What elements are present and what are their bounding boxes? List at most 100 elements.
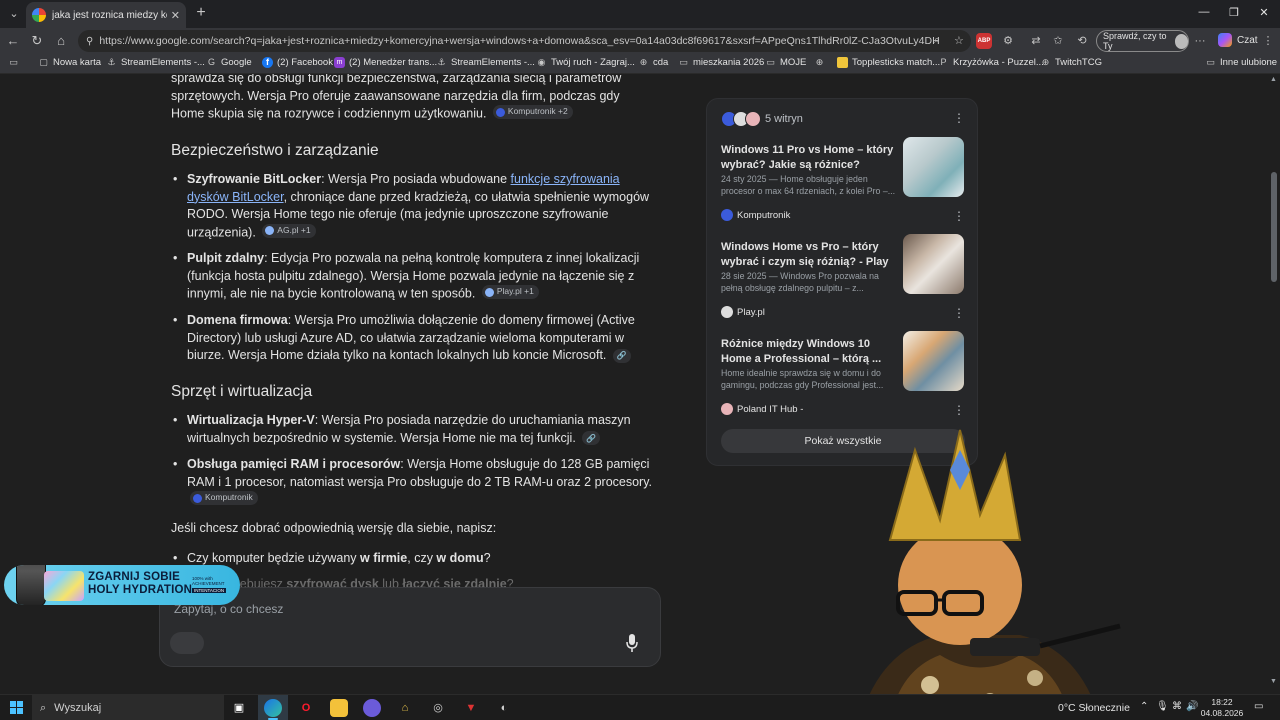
google-icon: G — [207, 57, 215, 67]
favorites-icon[interactable]: ✩ — [1050, 33, 1066, 49]
mic-arm — [1039, 623, 1121, 649]
link-chip-icon[interactable]: 🔗 — [582, 431, 601, 446]
history-icon[interactable]: ⟲ — [1074, 33, 1090, 49]
valorant-icon[interactable]: ▼ — [462, 699, 480, 717]
window-close-icon[interactable]: ✕ — [1254, 6, 1274, 19]
site-info-icon[interactable]: ⚲ — [86, 36, 93, 47]
bookmark-item[interactable]: Topplesticks match... — [837, 57, 940, 68]
profile-button[interactable]: Sprawdź, czy to Ty — [1096, 30, 1189, 52]
bookmark-item[interactable]: P Krzyżówka - Puzzel... — [938, 57, 1043, 68]
more-menu-icon[interactable]: ··· — [1192, 33, 1208, 49]
extensions-icon[interactable]: ⚙ — [1000, 33, 1016, 49]
source-chip[interactable]: Komputronik +2 — [492, 105, 573, 119]
avatar-face — [898, 525, 1022, 645]
adblock-icon[interactable]: ABP — [976, 33, 992, 49]
source-thumbnail — [903, 234, 964, 294]
discord-icon[interactable] — [363, 699, 381, 717]
source-title[interactable]: Windows Home vs Pro – który wybrać i czy… — [721, 240, 899, 270]
bookmark-item[interactable]: ⊕ TwitchTCG — [1040, 57, 1102, 68]
task-view-icon[interactable]: ▣ — [230, 699, 248, 717]
bookmarks-bar: ▭ ▢ Nowa karta ⚓ StreamElements -... G Goog… — [0, 54, 1280, 74]
promo-text: ZGARNIJ SOBIE HOLY HYDRATION — [88, 571, 193, 596]
bookmark-item[interactable]: f (2) Facebook — [262, 57, 333, 68]
weather-widget[interactable]: 0°C Słonecznie — [1058, 702, 1130, 714]
bookmark-item[interactable]: ▢ Nowa karta — [38, 57, 101, 68]
source-title[interactable]: Windows 11 Pro vs Home – który wybrać? J… — [721, 143, 899, 173]
bookmark-item[interactable]: ⚓ StreamElements -... — [106, 57, 205, 68]
game-icon: ◉ — [537, 57, 546, 67]
scroll-up-icon[interactable]: ▲ — [1270, 76, 1277, 83]
list-item: Pulpit zdalny: Edycja Pro pozwala na peł… — [173, 250, 655, 303]
taskbar-clock[interactable]: 18:22 04.08.2026 — [1200, 697, 1244, 719]
source-chip[interactable]: AG.pl +1 — [262, 223, 316, 238]
sidebar-icon[interactable]: ⋮ — [1260, 33, 1276, 49]
source-site: Poland IT Hub - — [721, 403, 803, 415]
url-text: https://www.google.com/search?q=jaka+jes… — [99, 35, 940, 47]
scroll-down-icon[interactable]: ▼ — [1270, 678, 1277, 685]
ask-box[interactable]: Zapytaj, o co chcesz — [159, 587, 661, 667]
obs-icon[interactable]: ◐ — [495, 699, 513, 717]
tab-close-icon[interactable]: ✕ — [171, 9, 180, 22]
new-tab-icon[interactable]: + — [192, 4, 210, 22]
opera-icon[interactable]: O — [297, 699, 315, 717]
streamelements-icon: ⚓ — [107, 57, 116, 67]
globe-icon: ⊕ — [1041, 57, 1050, 67]
favorite-star-icon[interactable]: ☆ — [954, 34, 964, 47]
copilot-chat-button[interactable]: Czat — [1218, 33, 1258, 47]
facebook-icon: f — [262, 57, 273, 68]
source-thumbnail — [903, 137, 964, 197]
more-options-icon[interactable]: ⋮ — [953, 306, 965, 320]
taskbar: ⌕ Wyszukaj ▣ O ⌂ ◎ ▼ ◐ 0°C Słonecznie ⌃ … — [0, 694, 1280, 720]
network-icon[interactable]: ⌘ — [1172, 701, 1182, 712]
bookmark-folder[interactable]: ▭ MOJE — [765, 57, 806, 68]
source-card[interactable]: Windows 11 Pro vs Home – który wybrać? J… — [721, 137, 967, 231]
section-heading: Bezpieczeństwo i zarządzanie — [171, 142, 379, 159]
more-options-icon[interactable]: ⋮ — [953, 209, 965, 223]
list-item: Obsługa pamięci RAM i procesorów: Wersja… — [173, 456, 655, 509]
file-explorer-icon[interactable] — [330, 699, 348, 717]
tray-chevron-icon[interactable]: ⌃ — [1140, 701, 1148, 712]
page-scrollbar[interactable]: ▲ ▼ — [1268, 74, 1280, 694]
source-title[interactable]: Różnice między Windows 10 Home a Profess… — [721, 337, 899, 367]
edge-icon[interactable] — [264, 699, 282, 717]
add-attachment-button[interactable] — [170, 632, 204, 654]
bookmark-item[interactable]: ⊕ — [814, 57, 829, 68]
maximize-icon[interactable]: ❐ — [1224, 6, 1244, 19]
app-icon[interactable]: ⌂ — [396, 699, 414, 717]
split-screen-icon[interactable]: ⇄ — [1028, 33, 1044, 49]
scroll-thumb[interactable] — [1271, 172, 1277, 282]
windows-start-icon[interactable] — [10, 701, 24, 715]
bookmark-folder[interactable]: ▭ Inne ulubione — [1205, 57, 1277, 68]
taskbar-search[interactable]: ⌕ Wyszukaj — [32, 695, 224, 720]
sources-header[interactable]: 5 witryn — [721, 111, 803, 127]
volume-icon[interactable]: 🔊 — [1186, 701, 1198, 712]
microphone-icon[interactable] — [626, 634, 638, 652]
source-card[interactable]: Windows Home vs Pro – który wybrać i czy… — [721, 234, 967, 328]
bookmarks-toggle-icon[interactable]: ▭ — [8, 57, 23, 68]
tab-google-search[interactable]: jaka jest roznica miedzy komercyjna wers… — [26, 2, 186, 28]
notifications-icon[interactable]: ▭ — [1254, 701, 1263, 712]
steam-icon[interactable]: ◎ — [429, 699, 447, 717]
home-icon[interactable]: ⌂ — [52, 32, 70, 50]
source-chip[interactable]: Play.pl +1 — [481, 285, 539, 299]
link-chip-icon[interactable]: 🔗 — [612, 348, 631, 363]
source-site: Komputronik — [721, 209, 790, 221]
bookmark-item[interactable]: ◉ Twój ruch - Zagraj... — [536, 57, 635, 68]
minimize-icon[interactable]: — — [1194, 6, 1214, 18]
back-icon[interactable]: ← — [4, 32, 22, 50]
reload-icon[interactable]: ↻ — [28, 32, 46, 50]
bookmark-item[interactable]: ⊕ cda — [638, 57, 669, 68]
polandit-icon — [745, 111, 761, 127]
section-heading: Sprzęt i wirtualizacja — [171, 383, 313, 400]
zoom-search-icon[interactable]: ⌕ — [934, 34, 940, 47]
bookmark-item[interactable]: G Google — [206, 57, 252, 68]
address-bar[interactable]: ⚲ https://www.google.com/search?q=jaka+j… — [78, 30, 971, 52]
tab-search-icon[interactable]: ⌄ — [4, 4, 24, 24]
more-options-icon[interactable]: ⋮ — [953, 111, 965, 125]
bookmark-folder[interactable]: ▭ mieszkania 2026 — [678, 57, 764, 68]
source-chip[interactable]: Komputronik — [190, 491, 258, 505]
bookmark-item[interactable]: ⚓ StreamElements -... — [436, 57, 535, 68]
bookmark-item[interactable]: m (2) Menedżer trans... — [334, 57, 437, 68]
source-snippet: Home idealnie sprawdza się w domu i do g… — [721, 368, 884, 390]
mic-tray-icon[interactable]: 🎙 — [1156, 701, 1169, 712]
